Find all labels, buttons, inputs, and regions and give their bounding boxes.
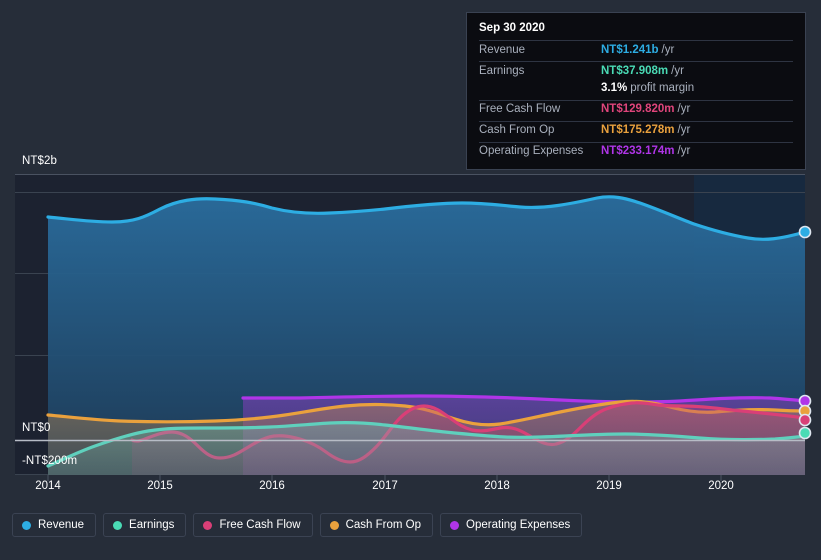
legend-item-revenue[interactable]: Revenue: [12, 513, 97, 537]
tooltip-value-profit-margin: 3.1%: [601, 82, 628, 94]
tooltip-suffix-operating-expenses: /yr: [677, 145, 691, 157]
y-axis-label-negative: -NT$200m: [22, 455, 78, 467]
legend-dot-icon-free-cash-flow: [203, 520, 213, 530]
x-tick-2018: 2018: [484, 480, 510, 492]
x-tick-2019: 2019: [596, 480, 622, 492]
tooltip-row-free-cash-flow: Free Cash Flow NT$129.820m /yr: [479, 99, 793, 121]
tooltip-row-operating-expenses: Operating Expenses NT$233.174m /yr: [479, 141, 793, 163]
chart-legend: Revenue Earnings Free Cash Flow Cash Fro…: [12, 513, 583, 537]
tooltip-suffix-cash-from-op: /yr: [677, 124, 691, 136]
legend-item-free-cash-flow[interactable]: Free Cash Flow: [193, 513, 313, 537]
tooltip-row-profit-margin: 3.1% profit margin: [479, 82, 793, 100]
tooltip-value-earnings: NT$37.908m: [601, 64, 669, 77]
endpoint-revenue: [798, 225, 812, 239]
legend-dot-icon-revenue: [22, 520, 31, 530]
legend-item-cash-from-op[interactable]: Cash From Op: [319, 513, 434, 537]
legend-label-free-cash-flow: Free Cash Flow: [219, 519, 301, 531]
tooltip-suffix-revenue: /yr: [661, 43, 675, 56]
legend-item-operating-expenses[interactable]: Operating Expenses: [440, 513, 583, 537]
legend-dot-icon-operating-expenses: [450, 520, 460, 530]
tooltip-value-operating-expenses: NT$233.174m: [601, 145, 675, 157]
legend-dot-icon-earnings: [113, 520, 123, 530]
tooltip-suffix-free-cash-flow: /yr: [677, 103, 691, 115]
tooltip-value-revenue: NT$1.241b: [601, 43, 659, 56]
x-axis: 2014 2015 2016 2017 2018 2019 2020: [0, 480, 821, 500]
tooltip-label-revenue: Revenue: [479, 43, 526, 56]
tooltip-label-free-cash-flow: Free Cash Flow: [479, 103, 561, 115]
tooltip-row-earnings: Earnings NT$37.908m /yr: [479, 61, 793, 82]
legend-label-revenue: Revenue: [38, 519, 85, 531]
endpoint-free-cash-flow: [798, 413, 812, 427]
chart-page: NT$2b NT$0 -NT$200m 2014 2015 2016 2017 …: [0, 0, 821, 560]
tooltip-label-operating-expenses: Operating Expenses: [479, 145, 584, 157]
tooltip-date: Sep 30 2020: [479, 22, 545, 34]
legend-label-operating-expenses: Operating Expenses: [466, 519, 571, 531]
x-tick-2020: 2020: [708, 480, 734, 492]
endpoint-earnings: [798, 426, 812, 440]
x-tick-2015: 2015: [147, 480, 173, 492]
x-tick-2017: 2017: [372, 480, 398, 492]
y-axis-label-top: NT$2b: [22, 155, 58, 167]
tooltip-label-earnings: Earnings: [479, 64, 525, 77]
tooltip-suffix-profit-margin: profit margin: [630, 82, 695, 94]
tooltip-label-cash-from-op: Cash From Op: [479, 124, 555, 136]
legend-label-earnings: Earnings: [129, 519, 175, 531]
tooltip-value-cash-from-op: NT$175.278m: [601, 124, 675, 136]
tooltip-row-revenue: Revenue NT$1.241b /yr: [479, 40, 793, 61]
tooltip-row-cash-from-op: Cash From Op NT$175.278m /yr: [479, 120, 793, 142]
tooltip-value-free-cash-flow: NT$129.820m: [601, 103, 675, 115]
x-tick-2016: 2016: [259, 480, 285, 492]
legend-item-earnings[interactable]: Earnings: [103, 513, 187, 537]
y-axis-label-zero: NT$0: [22, 422, 51, 434]
legend-label-cash-from-op: Cash From Op: [345, 519, 422, 531]
x-tick-2014: 2014: [35, 480, 61, 492]
chart-tooltip: Sep 30 2020 Revenue NT$1.241b /yr Earnin…: [466, 12, 806, 170]
legend-dot-icon-cash-from-op: [329, 520, 339, 530]
tooltip-suffix-earnings: /yr: [671, 64, 684, 77]
